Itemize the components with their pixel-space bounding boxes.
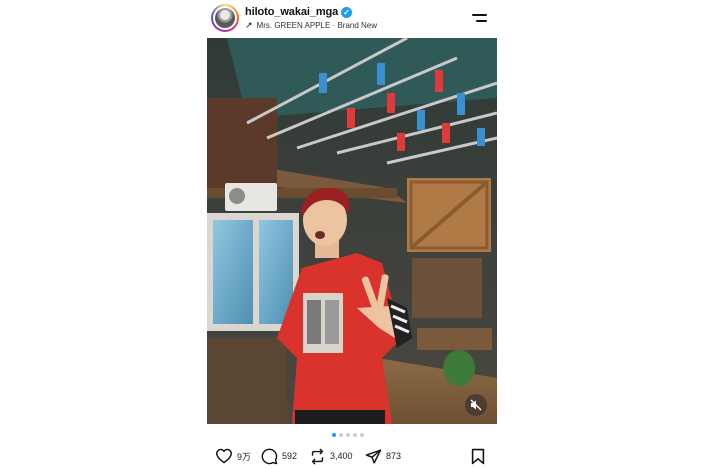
carousel-dot-active[interactable]	[332, 433, 336, 437]
carousel-dot[interactable]	[360, 433, 364, 437]
carousel-dot[interactable]	[353, 433, 357, 437]
bookmark-icon	[471, 448, 485, 464]
avatar[interactable]	[211, 4, 239, 32]
comment-count: 592	[282, 451, 298, 461]
music-arrow-icon: ↗	[245, 20, 253, 30]
like-button[interactable]: 9万	[215, 445, 251, 467]
heart-icon	[215, 448, 233, 464]
share-button[interactable]: 873	[365, 445, 401, 467]
repost-count: 3,400	[330, 451, 353, 461]
music-row[interactable]: ↗ Mrs. GREEN APPLE · Brand New	[245, 20, 377, 31]
carousel-dot[interactable]	[346, 433, 350, 437]
like-count: 9万	[237, 451, 252, 462]
carousel-dot[interactable]	[339, 433, 343, 437]
comment-button[interactable]: 592	[261, 445, 297, 467]
photo-illustration	[207, 38, 497, 424]
bookmark-button[interactable]	[471, 445, 485, 467]
mute-button[interactable]	[465, 394, 487, 416]
comment-icon	[261, 448, 278, 464]
username[interactable]: hiloto_wakai_mga	[245, 6, 338, 18]
repost-icon	[311, 448, 324, 464]
username-row: hiloto_wakai_mga ✓	[245, 5, 353, 19]
post-photo[interactable]	[207, 38, 497, 424]
action-bar: 9万 592 3,400 873	[207, 445, 497, 467]
carousel-indicator	[332, 433, 364, 438]
verified-check-icon: ✓	[341, 6, 353, 18]
repost-button[interactable]: 3,400	[309, 445, 353, 467]
menu-icon[interactable]	[472, 13, 487, 23]
share-count: 873	[386, 451, 402, 461]
music-label: Mrs. GREEN APPLE · Brand New	[256, 21, 378, 30]
mute-icon	[470, 399, 482, 411]
post: hiloto_wakai_mga ✓ ↗ Mrs. GREEN APPLE · …	[207, 0, 497, 468]
send-icon	[365, 448, 382, 464]
